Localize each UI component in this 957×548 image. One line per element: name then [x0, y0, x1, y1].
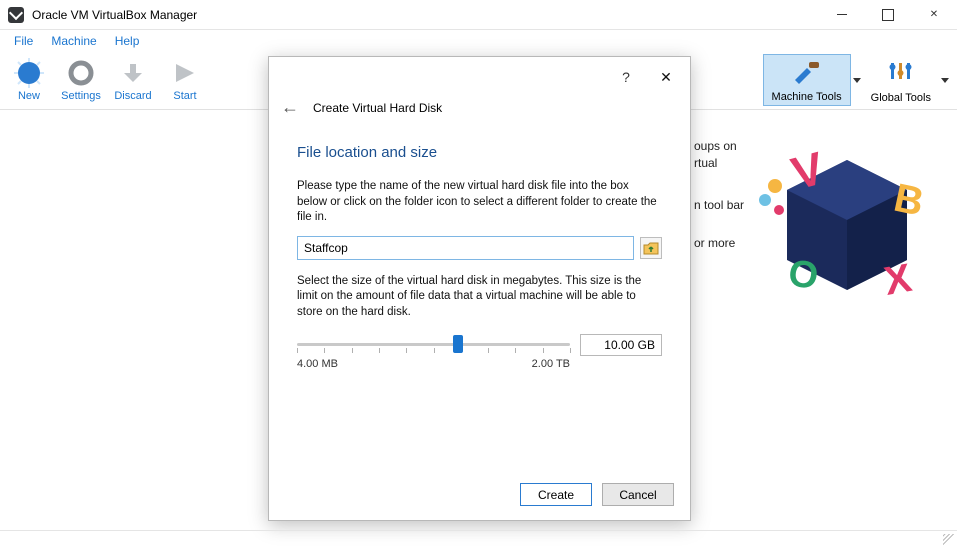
- virtualbox-mascot: V B O X: [757, 120, 937, 320]
- machine-tools-tab[interactable]: Machine Tools: [763, 54, 851, 106]
- global-tools-label: Global Tools: [871, 92, 931, 104]
- menu-bar: File Machine Help: [0, 30, 957, 52]
- svg-text:X: X: [881, 256, 915, 304]
- background-hint-2: n tool bar: [694, 198, 744, 212]
- range-max-label: 2.00 TB: [532, 358, 570, 370]
- section-title: File location and size: [297, 144, 662, 161]
- machine-tools-dropdown[interactable]: [851, 54, 863, 106]
- toolbar-settings-button[interactable]: Settings: [58, 54, 104, 102]
- settings-icon: [65, 57, 97, 89]
- toolbar-start-label: Start: [173, 90, 196, 102]
- slider-range-labels: 4.00 MB 2.00 TB: [297, 358, 662, 370]
- background-hint-1: oups on rtual: [694, 138, 737, 172]
- app-icon: [8, 7, 24, 23]
- global-tools-dropdown[interactable]: [939, 54, 951, 106]
- machine-tools-label: Machine Tools: [772, 91, 842, 103]
- chevron-down-icon: [853, 78, 861, 83]
- window-titlebar: Oracle VM VirtualBox Manager ✕: [0, 0, 957, 30]
- toolbar-new-button[interactable]: New: [6, 54, 52, 102]
- disk-name-input[interactable]: [297, 236, 634, 260]
- window-controls: ✕: [819, 0, 957, 30]
- machine-tools-icon: [791, 59, 823, 85]
- dialog-help-button[interactable]: ?: [606, 69, 646, 85]
- toolbar-discard-label: Discard: [114, 90, 151, 102]
- resize-grip[interactable]: [943, 534, 955, 546]
- svg-text:O: O: [786, 252, 821, 298]
- toolbar-start-button[interactable]: Start: [162, 54, 208, 102]
- dialog-header: ← Create Virtual Hard Disk: [269, 97, 690, 124]
- window-title: Oracle VM VirtualBox Manager: [32, 8, 197, 22]
- toolbar-discard-button[interactable]: Discard: [110, 54, 156, 102]
- new-icon: [13, 57, 45, 89]
- dialog-body: File location and size Please type the n…: [269, 124, 690, 370]
- right-tools: Machine Tools Global Tools: [763, 54, 951, 106]
- toolbar-new-label: New: [18, 90, 40, 102]
- window-maximize-button[interactable]: [865, 0, 911, 30]
- svg-text:B: B: [890, 176, 927, 225]
- slider-track: [297, 343, 570, 346]
- toolbar-settings-label: Settings: [61, 90, 101, 102]
- cancel-button[interactable]: Cancel: [602, 483, 674, 506]
- global-tools-icon: [885, 58, 917, 84]
- dialog-footer: Create Cancel: [269, 473, 690, 520]
- dialog-close-button[interactable]: ✕: [646, 69, 686, 86]
- menu-help[interactable]: Help: [107, 32, 148, 50]
- size-hint: Select the size of the virtual hard disk…: [297, 274, 662, 321]
- window-minimize-button[interactable]: [819, 0, 865, 30]
- background-hint-3: or more: [694, 236, 735, 250]
- global-tools-tab[interactable]: Global Tools: [863, 54, 939, 106]
- start-icon: [169, 57, 201, 89]
- chevron-down-icon: [941, 78, 949, 83]
- browse-folder-button[interactable]: [640, 237, 662, 259]
- create-button[interactable]: Create: [520, 483, 592, 506]
- size-value-box[interactable]: 10.00 GB: [580, 334, 662, 356]
- back-arrow-icon[interactable]: ←: [281, 97, 299, 118]
- menu-file[interactable]: File: [6, 32, 41, 50]
- file-hint: Please type the name of the new virtual …: [297, 179, 662, 226]
- slider-ticks: [297, 348, 570, 354]
- dialog-title: Create Virtual Hard Disk: [313, 101, 442, 115]
- file-row: [297, 236, 662, 260]
- slider-thumb[interactable]: [453, 335, 463, 353]
- window-close-button[interactable]: ✕: [911, 0, 957, 30]
- dialog-titlebar: ? ✕: [269, 57, 690, 97]
- status-bar: [0, 530, 957, 548]
- range-min-label: 4.00 MB: [297, 358, 338, 370]
- size-slider[interactable]: 10.00 GB: [297, 334, 662, 354]
- folder-up-icon: [643, 241, 659, 255]
- create-disk-dialog: ? ✕ ← Create Virtual Hard Disk File loca…: [268, 56, 691, 521]
- discard-icon: [117, 57, 149, 89]
- menu-machine[interactable]: Machine: [43, 32, 104, 50]
